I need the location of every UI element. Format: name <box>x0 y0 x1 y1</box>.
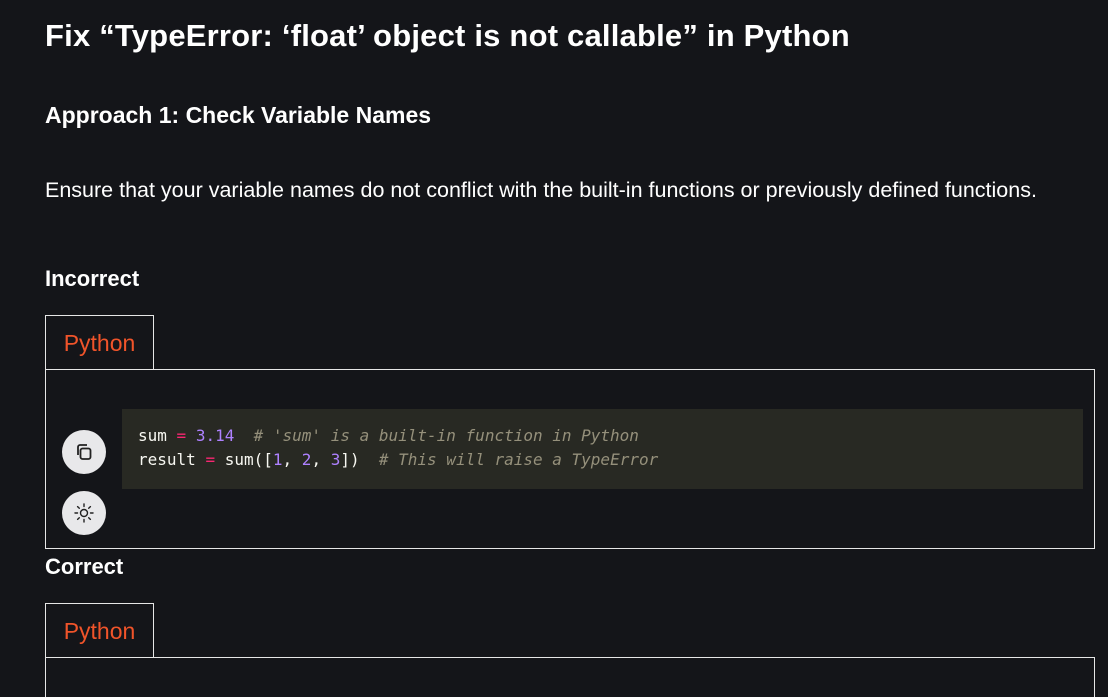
code-token: sum <box>138 426 167 445</box>
tab-python-incorrect[interactable]: Python <box>45 315 154 370</box>
code-comment: # This will raise a TypeError <box>378 450 659 469</box>
incorrect-label: Incorrect <box>45 266 140 291</box>
code-token: 1 <box>272 450 283 469</box>
copy-button[interactable] <box>62 430 106 474</box>
code-token: = <box>176 426 187 445</box>
tab-python-correct[interactable]: Python <box>45 603 154 658</box>
code-panel-incorrect: sum = 3.14 # 'sum' is a built-in functio… <box>45 369 1095 549</box>
section-paragraph: Ensure that your variable names do not c… <box>45 178 1037 202</box>
code-block-incorrect: sum = 3.14 # 'sum' is a built-in functio… <box>122 409 1083 489</box>
sun-icon <box>74 503 94 523</box>
section-heading: Approach 1: Check Variable Names <box>45 102 432 128</box>
code-token: 3 <box>330 450 341 469</box>
theme-toggle-button[interactable] <box>62 491 106 535</box>
code-token: 3.14 <box>195 426 235 445</box>
code-token: ]) <box>340 450 360 469</box>
code-comment: # 'sum' is a built-in function in Python <box>253 426 639 445</box>
page-title: Fix “TypeError: ‘float’ object is not ca… <box>45 18 850 53</box>
code-line-2: result = sum([1, 2, 3]) # This will rais… <box>138 450 659 469</box>
code-token: 2 <box>301 450 312 469</box>
code-token: = <box>205 450 216 469</box>
code-panel-correct <box>45 657 1095 697</box>
code-token: sum([ <box>224 450 273 469</box>
correct-label: Correct <box>45 554 124 579</box>
copy-icon <box>77 444 92 460</box>
code-token: result <box>138 450 196 469</box>
code-line-1: sum = 3.14 # 'sum' is a built-in functio… <box>138 426 639 445</box>
